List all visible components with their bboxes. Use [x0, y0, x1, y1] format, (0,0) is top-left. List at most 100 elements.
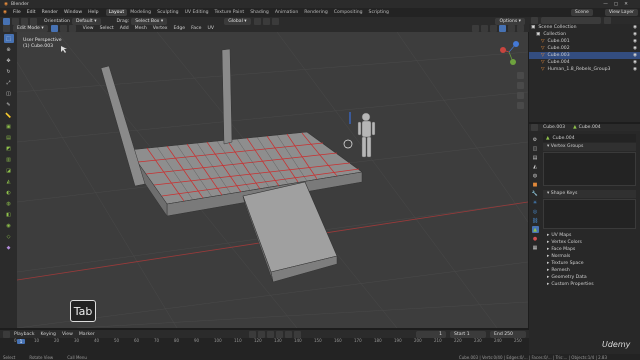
- visibility-eye-icon[interactable]: ◉: [633, 66, 637, 73]
- rip-region-tool-icon[interactable]: ◆: [4, 243, 14, 252]
- shrink-fatten-tool-icon[interactable]: ◉: [4, 221, 14, 230]
- select-tool-icon[interactable]: [3, 17, 10, 25]
- scale-tool-icon[interactable]: ⤢: [4, 78, 14, 87]
- visibility-eye-icon[interactable]: ◉: [633, 31, 637, 38]
- next-keyframe-icon[interactable]: [284, 330, 292, 338]
- inset-tool-icon[interactable]: ▤: [4, 133, 14, 142]
- visibility-eye-icon[interactable]: ◉: [633, 59, 637, 66]
- timeline-track[interactable]: 0 10 20 30 40 50 60 70 80 90 100 110 120 130 140 150 160…: [4, 338, 525, 354]
- section-normals[interactable]: ▸ Normals: [543, 253, 640, 260]
- tab-animation[interactable]: Animation: [272, 9, 301, 16]
- outliner-row[interactable]: ▽ Cube.002 ◉: [529, 45, 640, 52]
- edge-select-icon[interactable]: [59, 25, 67, 32]
- xray-icon[interactable]: [481, 25, 488, 32]
- select-box-tool-icon[interactable]: ⬚: [3, 34, 14, 43]
- outliner-row[interactable]: ▽ Cube.003 ◉: [529, 52, 640, 59]
- options-dropdown[interactable]: Options ▾: [495, 17, 525, 25]
- tab-compositing[interactable]: Compositing: [331, 9, 366, 16]
- menu-help[interactable]: Help: [85, 10, 101, 15]
- vertex-groups-list[interactable]: [543, 152, 636, 186]
- solid-shading-icon[interactable]: [499, 25, 506, 32]
- knife-tool-icon[interactable]: ◪: [4, 166, 14, 175]
- texture-tab-icon[interactable]: ▦: [532, 244, 539, 251]
- 3d-cursor-icon[interactable]: [343, 139, 353, 149]
- outliner-row[interactable]: ▽ Cube.004 ◉: [529, 59, 640, 66]
- viewport-menu-face[interactable]: Face: [188, 26, 204, 31]
- pivot-icon[interactable]: [253, 17, 261, 25]
- shape-keys-list[interactable]: [543, 199, 636, 229]
- overlay-icon[interactable]: [472, 25, 479, 32]
- render-tab-icon[interactable]: ◫: [532, 145, 539, 152]
- data-tab-icon[interactable]: ▲: [531, 226, 539, 233]
- view-nav-buttons[interactable]: [517, 72, 524, 109]
- playhead[interactable]: 1: [17, 339, 25, 344]
- object-tab-icon[interactable]: ■: [532, 181, 539, 188]
- annotate-tool-icon[interactable]: ✎: [4, 100, 14, 109]
- menu-file[interactable]: File: [10, 10, 24, 15]
- outliner-row[interactable]: ▣ Collection ◉: [529, 31, 640, 38]
- jump-end-icon[interactable]: [293, 330, 301, 338]
- rotate-tool-icon[interactable]: ↻: [4, 67, 14, 76]
- section-geometry-data[interactable]: ▸ Geometry Data: [543, 274, 640, 281]
- view-layer-selector[interactable]: View Layer: [604, 9, 638, 16]
- measure-tool-icon[interactable]: 📏: [4, 111, 14, 120]
- viewport-menu-uv[interactable]: UV: [204, 26, 217, 31]
- blender-menu-icon[interactable]: ◉: [3, 10, 7, 15]
- tab-shading[interactable]: Shading: [247, 9, 272, 16]
- outliner-row[interactable]: ▽ Human_1.8_Rebels_Group3 ◉: [529, 66, 640, 73]
- tab-modeling[interactable]: Modeling: [127, 9, 154, 16]
- viewport-menu-mesh[interactable]: Mesh: [132, 26, 150, 31]
- menu-window[interactable]: Window: [61, 10, 85, 15]
- face-select-icon[interactable]: [68, 25, 76, 32]
- select-mode-extend-icon[interactable]: [21, 17, 28, 25]
- section-vertex-colors[interactable]: ▸ Vertex Colors: [543, 239, 640, 246]
- rendered-shading-icon[interactable]: [517, 25, 524, 32]
- extrude-tool-icon[interactable]: ▣: [4, 122, 14, 131]
- mode-dropdown[interactable]: Edit Mode ▾: [13, 25, 48, 32]
- poly-build-tool-icon[interactable]: ◭: [4, 177, 14, 186]
- viewport-menu-edge[interactable]: Edge: [171, 26, 189, 31]
- world-tab-icon[interactable]: ◍: [532, 172, 539, 179]
- scene-selector[interactable]: Scene: [570, 9, 593, 16]
- section-remesh[interactable]: ▸ Remesh: [543, 267, 640, 274]
- menu-edit[interactable]: Edit: [24, 10, 39, 15]
- viewport-menu-add[interactable]: Add: [117, 26, 132, 31]
- properties-editor-icon[interactable]: [531, 124, 538, 131]
- orientation-dropdown[interactable]: Default ▾: [71, 17, 101, 25]
- timeline-menu-playback[interactable]: Playback: [11, 332, 38, 337]
- visibility-eye-icon[interactable]: ◉: [633, 45, 637, 52]
- timeline-menu-marker[interactable]: Marker: [76, 332, 98, 337]
- outliner-row[interactable]: ▽ Cube.001 ◉: [529, 38, 640, 45]
- timeline-menu-keying[interactable]: Keying: [38, 332, 59, 337]
- viewport-menu-select[interactable]: Select: [97, 26, 117, 31]
- select-mode-subtract-icon[interactable]: [30, 17, 37, 25]
- material-tab-icon[interactable]: ●: [532, 235, 539, 242]
- edge-slide-tool-icon[interactable]: ◧: [4, 210, 14, 219]
- section-uv-maps[interactable]: ▸ UV Maps: [543, 232, 640, 239]
- filter-icon[interactable]: [604, 17, 611, 24]
- 3d-viewport[interactable]: User Perspective (1) Cube.003 Tab: [17, 32, 528, 328]
- shear-tool-icon[interactable]: ◇: [4, 232, 14, 241]
- transform-tool-icon[interactable]: ◫: [4, 89, 14, 98]
- transform-orientation-dropdown[interactable]: Global ▾: [224, 17, 251, 25]
- tab-texture-paint[interactable]: Texture Paint: [212, 9, 248, 16]
- outliner-search[interactable]: [541, 17, 601, 24]
- section-custom-properties[interactable]: ▸ Custom Properties: [543, 281, 640, 288]
- smooth-tool-icon[interactable]: ◍: [4, 199, 14, 208]
- section-face-maps[interactable]: ▸ Face Maps: [543, 246, 640, 253]
- outliner-editor-icon[interactable]: [531, 17, 538, 24]
- menu-render[interactable]: Render: [39, 10, 61, 15]
- outliner-row[interactable]: ▣ Scene Collection ◉: [529, 24, 640, 31]
- loop-cut-tool-icon[interactable]: ▥: [4, 155, 14, 164]
- mesh-name-field[interactable]: ▲ Cube.004: [543, 134, 636, 142]
- window-controls[interactable]: —▢✕: [603, 2, 634, 7]
- section-texture-space[interactable]: ▸ Texture Space: [543, 260, 640, 267]
- play-icon[interactable]: [275, 330, 283, 338]
- prev-keyframe-icon[interactable]: [257, 330, 265, 338]
- viewport-menu-view[interactable]: View: [80, 26, 97, 31]
- bevel-tool-icon[interactable]: ◩: [4, 144, 14, 153]
- particles-tab-icon[interactable]: ✳: [532, 199, 539, 206]
- physics-tab-icon[interactable]: ◎: [532, 208, 539, 215]
- timeline-menu-view[interactable]: View: [59, 332, 76, 337]
- end-frame-field[interactable]: End 250: [490, 330, 526, 338]
